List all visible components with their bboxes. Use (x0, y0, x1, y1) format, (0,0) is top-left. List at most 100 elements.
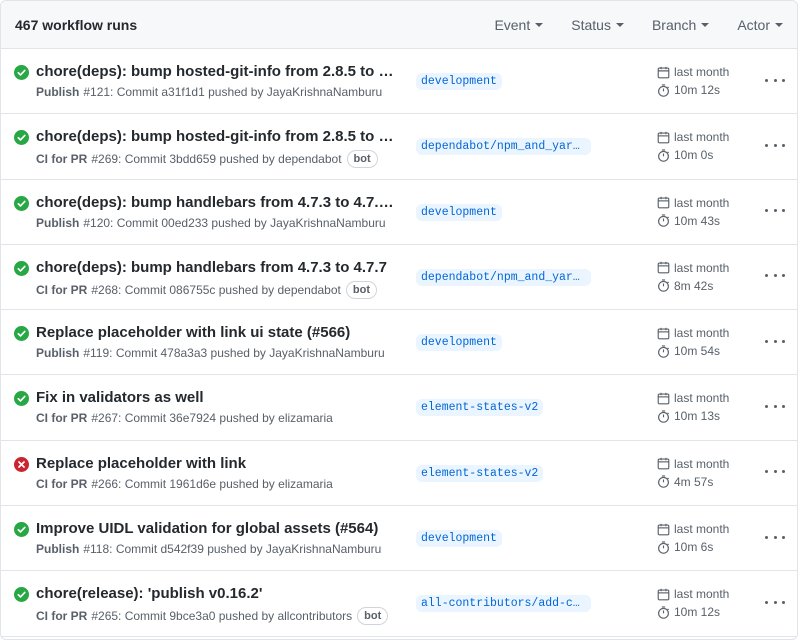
run-title-link[interactable]: chore(release): 'publish v0.16.2' (36, 585, 401, 602)
run-number: #266 (91, 476, 119, 491)
check-circle-icon (14, 65, 29, 80)
check-circle-icon (14, 391, 29, 407)
more-options-icon[interactable] (765, 136, 785, 154)
workflow-name: CI for PR (36, 411, 88, 426)
commit-detail: : Commit 1961d6e pushed by elizamaria (118, 476, 333, 491)
run-timing: last month 10m 12s (657, 585, 729, 621)
commit-detail: : Commit 36e7924 pushed by elizamaria (118, 411, 333, 426)
workflow-name: Publish (36, 85, 80, 99)
workflow-runs-panel: 467 workflow runs Event Status Branch Ac… (0, 0, 798, 640)
calendar-icon (657, 458, 670, 470)
more-options-icon[interactable] (765, 71, 785, 89)
calendar-icon (657, 588, 670, 601)
branch-label[interactable]: dependabot/npm_and_yarn/handlebars-4.7.7 (416, 268, 591, 286)
branch-label[interactable]: element-states-v2 (416, 464, 544, 482)
check-circle-icon (14, 587, 29, 603)
workflow-name: CI for PR (36, 476, 88, 491)
more-options-icon[interactable] (765, 463, 785, 481)
run-meta: CI for PR #266 : Commit 1961d6e pushed b… (36, 477, 333, 491)
run-title-link[interactable]: Improve UIDL validation for global asset… (36, 520, 401, 537)
branch-label[interactable]: development (416, 530, 502, 548)
more-options-icon[interactable] (765, 528, 785, 546)
runs-count-title: 467 workflow runs (15, 16, 138, 33)
run-row: Replace placeholder with link ui state (… (1, 310, 797, 376)
run-row: chore(deps): bump handlebars from 4.7.3 … (1, 245, 797, 311)
run-number: #268 (91, 282, 119, 297)
x-circle-icon (14, 456, 29, 472)
workflow-name: CI for PR (36, 282, 88, 297)
run-title-link[interactable]: Replace placeholder with link (36, 455, 401, 472)
branch-label[interactable]: dependabot/npm_and_yarn/hosted-git-info-… (416, 138, 591, 156)
check-circle-icon (14, 195, 29, 211)
run-title-link[interactable]: chore(deps): bump hosted-git-info from 2… (36, 128, 401, 145)
calendar-icon (657, 66, 670, 78)
event-filter-label: Event (494, 16, 531, 33)
branch-filter[interactable]: Branch (652, 17, 710, 33)
run-meta: Publish #118 : Commit d542f39 pushed by … (36, 542, 381, 556)
commit-detail: : Commit 00ed233 pushed by JayaKrishnaNa… (110, 215, 386, 230)
run-time: last month (674, 522, 730, 537)
run-number: #269 (91, 152, 119, 167)
run-number: #120 (83, 215, 111, 230)
more-options-icon[interactable] (765, 202, 785, 220)
event-filter[interactable]: Event (494, 16, 544, 33)
commit-detail: : Commit 3bdd659 pushed by dependabot (118, 152, 342, 167)
stopwatch-icon (658, 606, 670, 619)
status-filter[interactable]: Status (571, 17, 624, 33)
calendar-icon (657, 523, 670, 535)
run-timing: last month 10m 6s (657, 520, 729, 556)
workflow-name: CI for PR (36, 152, 88, 167)
run-duration: 4m 57s (674, 474, 714, 489)
run-time: last month (674, 391, 730, 406)
actor-filter-label: Actor (737, 16, 770, 33)
commit-detail: : Commit d542f39 pushed by JayaKrishnaNa… (109, 542, 382, 557)
stopwatch-icon (658, 214, 670, 227)
actor-filter[interactable]: Actor (737, 17, 783, 33)
workflow-name: Publish (36, 542, 80, 557)
branch-label[interactable]: development (416, 73, 502, 90)
run-meta: CI for PR #267 : Commit 36e7924 pushed b… (36, 411, 333, 425)
more-options-icon[interactable] (765, 267, 785, 285)
bot-badge: bot (346, 150, 378, 169)
run-title-link[interactable]: chore(deps): bump handlebars from 4.7.3 … (36, 259, 401, 276)
runs-header: 467 workflow runs Event Status Branch Ac… (1, 1, 797, 49)
run-duration: 10m 12s (674, 605, 721, 620)
run-title-link[interactable]: Replace placeholder with link ui state (… (36, 324, 401, 341)
run-meta: Publish #119 : Commit 478a3a3 pushed by … (36, 346, 385, 360)
branch-label[interactable]: development (416, 203, 502, 221)
run-time: last month (674, 65, 730, 79)
run-duration: 10m 6s (674, 540, 714, 555)
run-time: last month (674, 326, 730, 341)
calendar-icon (657, 327, 670, 340)
run-title-link[interactable]: chore(deps): bump handlebars from 4.7.3 … (36, 194, 401, 211)
run-number: #119 (83, 346, 110, 361)
stopwatch-icon (658, 345, 670, 358)
run-duration: 10m 54s (674, 344, 721, 359)
check-circle-icon (14, 522, 29, 538)
run-title-link[interactable]: Fix in validators as well (36, 389, 401, 406)
run-time: last month (674, 130, 730, 145)
run-duration: 10m 43s (674, 213, 721, 228)
commit-detail: : Commit 086755c pushed by dependabot (118, 282, 341, 297)
more-options-icon[interactable] (765, 397, 785, 415)
run-number: #265 (91, 609, 119, 624)
stopwatch-icon (658, 279, 670, 293)
more-options-icon[interactable] (765, 332, 785, 350)
branch-label[interactable]: element-states-v2 (416, 399, 544, 417)
run-meta: CI for PR #268 : Commit 086755c pushed b… (36, 280, 377, 299)
filters-bar: Event Status Branch Actor (466, 17, 783, 33)
run-row: chore(deps): bump hosted-git-info from 2… (1, 49, 797, 115)
run-meta: CI for PR #269 : Commit 3bdd659 pushed b… (36, 150, 378, 169)
run-title-link[interactable]: chore(deps): bump hosted-git-info from 2… (36, 63, 401, 80)
chevron-down-icon (775, 22, 783, 27)
run-row: chore(deps): bump handlebars from 4.7.3 … (1, 180, 797, 245)
run-row: Replace placeholder with link CI for PR … (1, 441, 797, 507)
run-time: last month (674, 456, 730, 471)
workflow-name: Publish (36, 215, 80, 230)
run-duration: 10m 0s (674, 148, 714, 163)
branch-label[interactable]: all-contributors/add-chavda-bhavik (416, 595, 591, 613)
run-time: last month (674, 587, 730, 602)
run-number: #121 (83, 85, 111, 99)
branch-label[interactable]: development (416, 334, 502, 352)
more-options-icon[interactable] (765, 593, 785, 611)
